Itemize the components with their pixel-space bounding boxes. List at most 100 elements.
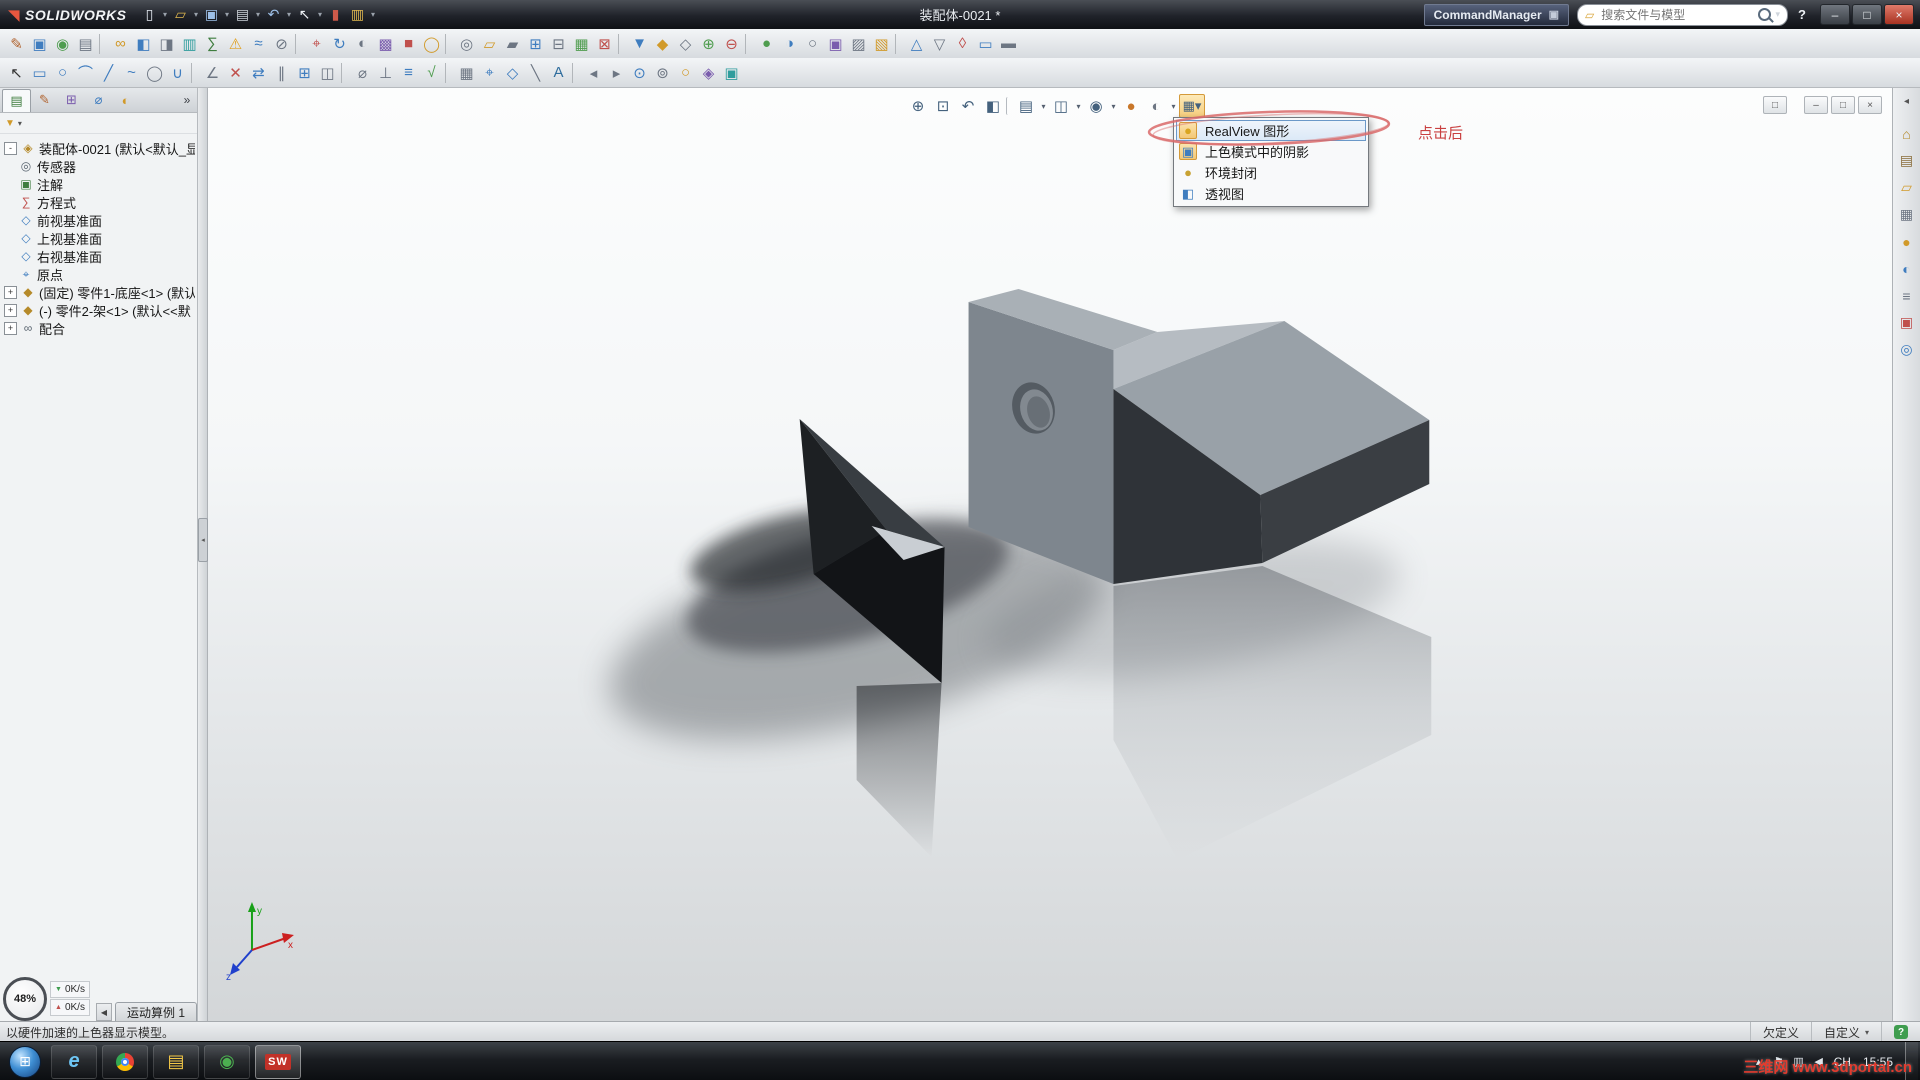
sketch-point-icon[interactable]: ⌖ [478,61,501,85]
move-entities-icon[interactable]: ◂ [582,61,605,85]
tree-item-equations[interactable]: ∑ 方程式 [2,193,195,211]
apply-scene-icon[interactable]: ◐ [1144,95,1168,117]
tree-expander[interactable]: + [4,322,17,335]
sketch-circle-icon[interactable]: ○ [51,61,74,85]
taskbar-ie-icon[interactable]: e [51,1045,97,1079]
select-icon[interactable]: ↖ [294,4,316,26]
doc-minimize-button[interactable]: – [1804,96,1828,114]
hole-alignment-icon[interactable]: ⊘ [270,32,293,56]
view-palette-icon[interactable]: ▦ [1896,204,1917,225]
flow-simulation-icon[interactable]: ▨ [847,32,870,56]
select-tool-icon[interactable]: ↖ [5,61,28,85]
help-button[interactable]: ? [1796,7,1808,22]
dropdown-arrow-icon[interactable]: ▾ [285,4,294,26]
copy-entities-icon[interactable]: ▸ [605,61,628,85]
tree-expander[interactable] [4,161,15,172]
tree-item-mates[interactable]: + ∞ 配合 [2,319,195,337]
section-view-icon[interactable]: ◧ [981,95,1005,117]
offset-entities-icon[interactable]: ∥ [270,61,293,85]
tree-item-sensors[interactable]: ◎ 传感器 [2,157,195,175]
dropdown-arrow-icon[interactable]: ▾ [1169,95,1178,117]
convert-entities-icon[interactable]: ⇄ [247,61,270,85]
smart-dimension-icon[interactable]: ⌀ [351,61,374,85]
sketch-arc-icon[interactable]: ⌒ [74,61,97,85]
commandmanager-button[interactable]: CommandManager ▣ [1424,4,1569,26]
bill-of-materials-icon[interactable]: ◎ [455,32,478,56]
search-input[interactable] [1599,7,1752,23]
smart-fasteners-icon[interactable]: ▥ [178,32,201,56]
large-assembly-mode-icon[interactable]: ▤ [74,32,97,56]
linear-component-pattern-icon[interactable]: ◧ [132,32,155,56]
rebuild-icon[interactable]: ▮ [325,4,347,26]
tree-item-front-plane[interactable]: ◇ 前视基准面 [2,211,195,229]
search-dropdown-icon[interactable]: ▾ [1776,9,1781,20]
forum-icon[interactable]: ◎ [1896,339,1917,360]
exploded-view-icon[interactable]: ▱ [478,32,501,56]
tree-item-annotations[interactable]: ▣ 注解 [2,175,195,193]
simulation-icon[interactable]: ▣ [824,32,847,56]
dropdown-arrow-icon[interactable]: ▾ [1109,95,1118,117]
mirror-components-icon[interactable]: ◨ [155,32,178,56]
sketch-rectangle-icon[interactable]: ▭ [28,61,51,85]
interference-detection-icon[interactable]: ⚠ [224,32,247,56]
grid-snap-icon[interactable]: ▦ [455,61,478,85]
reference-plane-icon[interactable]: ◇ [501,61,524,85]
sketch-fillet-icon[interactable]: ∠ [201,61,224,85]
hide-show-components-icon[interactable]: ◐ [351,32,374,56]
new-motion-study-icon[interactable]: ◯ [420,32,443,56]
tab-featuremanager[interactable]: ▤ [2,89,31,112]
design-library-icon[interactable]: ▤ [1896,150,1917,171]
pane-split-icon[interactable]: □ [1763,96,1787,114]
instant3d-icon[interactable]: ⊞ [524,32,547,56]
photoview-icon[interactable]: ▧ [870,32,893,56]
dropdown-arrow-icon[interactable]: ▾ [254,4,263,26]
edit-appearance-icon[interactable]: ● [755,32,778,56]
file-properties-icon[interactable]: ▥ [347,4,369,26]
mass-properties-icon[interactable]: ▽ [928,32,951,56]
task-pane-expand-icon[interactable]: ◂ [1904,96,1909,107]
menu-item-perspective[interactable]: ◧ 透视图 [1176,183,1366,204]
tree-item-origin[interactable]: ⌖ 原点 [2,265,195,283]
hide-show-items-icon[interactable]: ◉ [1084,95,1108,117]
scale-entities-icon[interactable]: ⊚ [651,61,674,85]
assembly-features-icon[interactable]: ▩ [374,32,397,56]
section-properties-icon[interactable]: ◊ [951,32,974,56]
filter-funnel-icon[interactable]: ▼ [5,118,15,129]
tab-scroll-left-icon[interactable]: ◀ [96,1003,112,1021]
dropdown-arrow-icon[interactable]: ▾ [1039,95,1048,117]
taskbar-solidworks-icon[interactable]: SW [255,1045,301,1079]
search-box[interactable]: ▱ ▾ [1577,4,1788,26]
add-relation-icon[interactable]: ⊥ [374,61,397,85]
external-references-icon[interactable]: ⊟ [547,32,570,56]
remove-part-icon[interactable]: ⊖ [720,32,743,56]
start-button[interactable]: ⊞ [9,1046,41,1078]
explode-line-sketch-icon[interactable]: ▰ [501,32,524,56]
custom-properties-icon[interactable]: ≡ [1896,285,1917,306]
taskbar-chrome-icon[interactable] [102,1045,148,1079]
minimize-button[interactable]: – [1820,4,1850,25]
modify-sketch-icon[interactable]: ◈ [697,61,720,85]
document-recovery-icon[interactable]: ▣ [1896,312,1917,333]
zoom-area-icon[interactable]: ⊡ [931,95,955,117]
zoom-fit-icon[interactable]: ⊕ [906,95,930,117]
scenes-icon[interactable]: ◐ [1896,258,1917,279]
panel-splitter[interactable]: ◂ [198,88,208,1021]
tabs-overflow[interactable]: » [179,89,195,111]
insert-part-icon[interactable]: ⊕ [697,32,720,56]
tree-expander[interactable] [4,233,15,244]
sketch-picture-icon[interactable]: ▣ [720,61,743,85]
filter-dropdown-icon[interactable]: ▾ [18,119,22,128]
tree-item-part1[interactable]: + ◆ (固定) 零件1-底座<1> (默认 [2,283,195,301]
edit-appearance-icon[interactable]: ● [1119,95,1143,117]
appearances-icon[interactable]: ● [1896,231,1917,252]
tree-expander[interactable] [4,215,15,226]
menu-item-ambient-occlusion[interactable]: ● 环境封闭 [1176,162,1366,183]
splitter-grip[interactable]: ◂ [198,518,208,562]
sketch-pattern-icon[interactable]: ⊞ [293,61,316,85]
close-button[interactable]: × [1884,4,1914,25]
tree-expander[interactable] [4,269,15,280]
tree-expander[interactable]: - [4,142,17,155]
clearance-verification-icon[interactable]: ≈ [247,32,270,56]
tree-item-assembly[interactable]: - ◈ 装配体-0021 (默认<默认_显示状 [2,139,195,157]
insert-components-icon[interactable]: ▣ [28,32,51,56]
